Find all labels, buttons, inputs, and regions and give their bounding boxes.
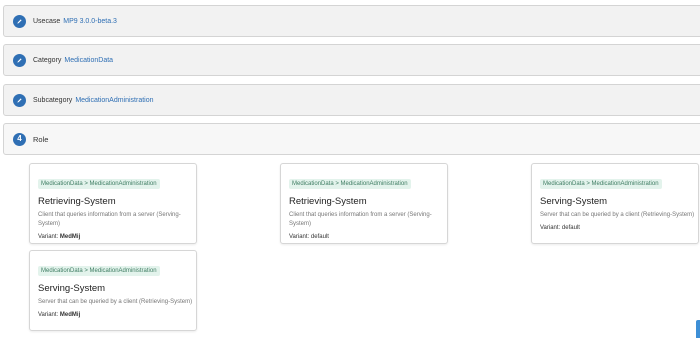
role-description: Server that can be queried by a client (… — [38, 299, 193, 305]
variant-value: MedMij — [59, 312, 81, 318]
step-category[interactable]: Category MedicationData — [3, 44, 700, 76]
variant-value: default — [561, 225, 580, 231]
role-card-retrieving-medmij[interactable]: MedicationData > MedicationAdministratio… — [29, 163, 197, 244]
step-label: Role — [33, 134, 49, 144]
step-label: Subcategory — [33, 96, 73, 104]
role-variant: Variant: default — [540, 225, 690, 231]
step-subcategory[interactable]: Subcategory MedicationAdministration — [3, 84, 700, 116]
role-variant: Variant: MedMij — [38, 234, 188, 240]
role-card-serving-medmij[interactable]: MedicationData > MedicationAdministratio… — [29, 250, 197, 331]
variant-value: default — [310, 234, 329, 240]
category-tag: MedicationData > MedicationAdministratio… — [540, 179, 662, 189]
role-variant: Variant: MedMij — [38, 312, 188, 318]
role-description: Client that queries information from a s… — [38, 212, 181, 227]
pencil-icon[interactable] — [13, 14, 26, 28]
step-number-badge: 4 — [13, 132, 26, 146]
category-tag: MedicationData > MedicationAdministratio… — [38, 266, 160, 276]
role-title: Serving-System — [540, 196, 608, 207]
role-card-serving-default[interactable]: MedicationData > MedicationAdministratio… — [531, 163, 699, 244]
pencil-icon[interactable] — [13, 53, 26, 67]
step-subcategory-text: Subcategory MedicationAdministration — [33, 97, 154, 104]
variant-label: Variant: — [38, 234, 59, 240]
role-title: Serving-System — [38, 283, 106, 294]
role-title: Retrieving-System — [38, 196, 116, 207]
scroll-to-top-handle[interactable] — [696, 320, 700, 338]
role-description: Client that queries information from a s… — [289, 212, 432, 227]
step-usecase[interactable]: Usecase MP9 3.0.0-beta.3 — [3, 5, 700, 37]
role-variant: Variant: default — [289, 234, 439, 240]
role-description: Server that can be queried by a client (… — [540, 212, 695, 218]
step-label: Category — [33, 56, 62, 64]
step-value[interactable]: MedicationAdministration — [75, 97, 153, 104]
variant-value: MedMij — [59, 234, 81, 240]
variant-label: Variant: — [289, 234, 310, 240]
step-role: 4 Role — [3, 123, 700, 155]
step-category-text: Category MedicationData — [33, 57, 113, 64]
category-tag: MedicationData > MedicationAdministratio… — [289, 179, 411, 189]
step-value[interactable]: MedicationData — [64, 57, 113, 64]
step-label: Usecase — [33, 17, 61, 25]
role-title: Retrieving-System — [289, 196, 367, 207]
role-card-retrieving-default[interactable]: MedicationData > MedicationAdministratio… — [280, 163, 448, 244]
category-tag: MedicationData > MedicationAdministratio… — [38, 179, 160, 189]
step-value[interactable]: MP9 3.0.0-beta.3 — [63, 18, 117, 25]
step-role-text: Role — [33, 135, 48, 144]
variant-label: Variant: — [540, 225, 561, 231]
pencil-icon[interactable] — [13, 93, 26, 107]
step-usecase-text: Usecase MP9 3.0.0-beta.3 — [33, 18, 117, 25]
variant-label: Variant: — [38, 312, 59, 318]
